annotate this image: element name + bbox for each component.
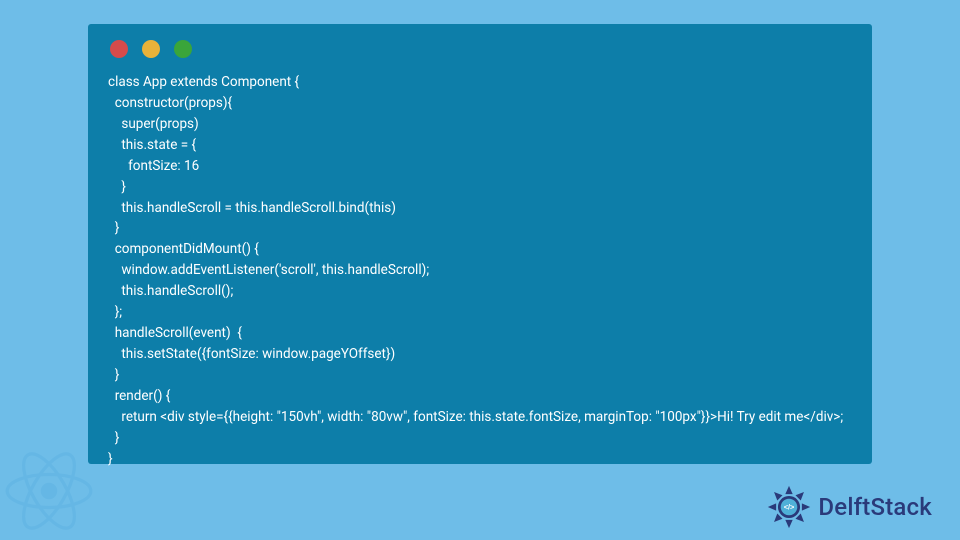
code-content: class App extends Component { constructo… <box>108 72 852 470</box>
close-icon[interactable] <box>110 40 128 58</box>
brand-name: DelftStack <box>818 493 932 521</box>
window-controls <box>110 40 852 58</box>
zoom-icon[interactable] <box>174 40 192 58</box>
code-editor-window: class App extends Component { constructo… <box>88 24 872 464</box>
brand-logo-icon: </> <box>766 484 812 530</box>
brand: </> DelftStack <box>766 484 932 530</box>
stage: class App extends Component { constructo… <box>0 0 960 540</box>
svg-text:</>: </> <box>784 502 795 511</box>
minimize-icon[interactable] <box>142 40 160 58</box>
